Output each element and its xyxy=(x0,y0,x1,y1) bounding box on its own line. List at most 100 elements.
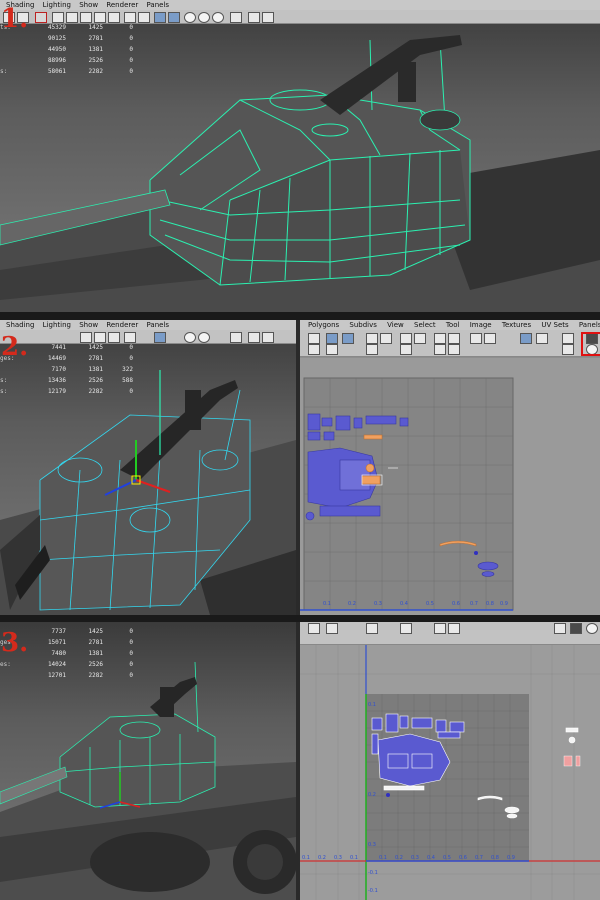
menu-show[interactable]: Show xyxy=(79,320,98,330)
hud-value: 2526 xyxy=(88,661,103,668)
u-tick: 0.1 xyxy=(302,855,310,861)
step-1-panel: Shading Lighting Show Renderer Panels ts… xyxy=(0,0,600,312)
step-3-panel: 7737 1425 0 ges: 15071 2781 0 7480 1381 0 es: 14… xyxy=(0,622,600,900)
menu-renderer[interactable]: Renderer xyxy=(106,320,138,330)
wireframe-icon[interactable] xyxy=(154,12,166,23)
hud-value: 0 xyxy=(129,35,133,42)
v-tick: 0.3 xyxy=(368,842,376,848)
u-tick: 0.2 xyxy=(348,601,356,607)
u-tick: 0.3 xyxy=(334,855,342,861)
u-axis-ticks: 0.1 0.2 0.3 0.4 0.5 0.6 0.7 0.8 0.9 xyxy=(304,601,513,611)
hud-row: 12701 2282 0 xyxy=(0,670,133,681)
hud-value: 0 xyxy=(129,57,133,64)
u-tick: 0.8 xyxy=(491,855,499,861)
hud-value: 58061 xyxy=(47,68,66,75)
isolate-select-icon[interactable] xyxy=(248,332,260,343)
u-tick: 0.8 xyxy=(486,601,494,607)
hud-row: 88996 2526 0 xyxy=(0,55,133,66)
u-axis-ticks: 0.1 0.2 0.3 0.4 0.5 0.6 0.7 0.8 0.9 xyxy=(366,855,529,865)
menu-lighting[interactable]: Lighting xyxy=(43,0,71,10)
hud-value: 1425 xyxy=(88,628,103,635)
hud-value: 0 xyxy=(129,355,133,362)
shadows-icon[interactable] xyxy=(230,332,242,343)
u-tick: 0.3 xyxy=(411,855,419,861)
hud-row: 44950 1381 0 xyxy=(0,44,133,55)
v-axis-ticks: 0.1 0.2 0.3 xyxy=(368,702,388,852)
hud-value: 13436 xyxy=(47,377,66,384)
step-2-panel: Shading Lighting Show Renderer Panels 74… xyxy=(0,320,600,615)
uv-layout-step-2 xyxy=(300,358,600,615)
u-tick: 0.4 xyxy=(427,855,435,861)
hud-value: 588 xyxy=(122,377,133,384)
hud-value: 0 xyxy=(129,661,133,668)
u-tick: 0.7 xyxy=(470,601,478,607)
uv-texture-editor[interactable]: Polygons Subdivs View Select Tool Image … xyxy=(300,320,600,615)
hud-value: 2282 xyxy=(88,68,103,75)
hud-value: 2526 xyxy=(88,57,103,64)
hud-value: 0 xyxy=(129,672,133,679)
step-number: 3. xyxy=(1,628,29,658)
hud-value: 90125 xyxy=(47,35,66,42)
hud-row: s: 12179 2282 0 xyxy=(0,386,133,397)
hud-value: 2781 xyxy=(88,355,103,362)
shadows-icon[interactable] xyxy=(230,12,242,23)
flat-shade-icon[interactable] xyxy=(184,332,196,343)
hud-value: 1381 xyxy=(88,46,103,53)
u-tick: 0.2 xyxy=(318,855,326,861)
isolate-select-icon[interactable] xyxy=(248,12,260,23)
hud-value: 0 xyxy=(129,46,133,53)
menu-panels[interactable]: Panels xyxy=(147,0,170,10)
u-tick: 0.2 xyxy=(395,855,403,861)
u-tick: 0.4 xyxy=(400,601,408,607)
hud-value: 0 xyxy=(129,650,133,657)
hud-row: 7170 1381 322 xyxy=(0,364,133,375)
hud-value: 7170 xyxy=(51,366,66,373)
xray-icon[interactable] xyxy=(262,332,274,343)
viewport-menubar: Shading Lighting Show Renderer Panels xyxy=(0,320,296,330)
xray-icon[interactable] xyxy=(262,12,274,23)
step-number: 1. xyxy=(1,4,29,34)
hud-value: 0 xyxy=(129,388,133,395)
hud-value: 0 xyxy=(129,68,133,75)
u-axis-ticks-negative: 0.1 0.2 0.3 0.1 xyxy=(300,855,366,865)
wireframe-icon[interactable] xyxy=(154,332,166,343)
hud-value: 12701 xyxy=(47,672,66,679)
textured-icon[interactable] xyxy=(198,12,210,23)
uv-texture-editor[interactable]: 0.1 0.2 0.3 0.4 0.5 0.6 0.7 0.8 0.9 0.1 … xyxy=(300,622,600,900)
menu-renderer[interactable]: Renderer xyxy=(106,0,138,10)
u-tick: 0.5 xyxy=(426,601,434,607)
v-tick: 0.2 xyxy=(368,792,376,798)
hud-value: 14024 xyxy=(47,661,66,668)
u-tick: 0.1 xyxy=(350,855,358,861)
hud-row: s: 13436 2526 588 xyxy=(0,375,133,386)
hud-value: 2282 xyxy=(88,388,103,395)
v-axis-negative-tick: -0.1 xyxy=(368,870,378,876)
smooth-shade-icon[interactable] xyxy=(168,12,180,23)
hud-value: 2282 xyxy=(88,672,103,679)
menu-panels[interactable]: Panels xyxy=(147,320,170,330)
u-tick: 0.6 xyxy=(459,855,467,861)
hud-value: 12179 xyxy=(47,388,66,395)
flat-shade-icon[interactable] xyxy=(184,12,196,23)
lights-icon[interactable] xyxy=(212,12,224,23)
textured-icon[interactable] xyxy=(198,332,210,343)
hud-value: 0 xyxy=(129,344,133,351)
hud-value: 88996 xyxy=(47,57,66,64)
step-number: 2. xyxy=(1,332,29,362)
hud-value: 2781 xyxy=(88,639,103,646)
u-tick: 0.3 xyxy=(374,601,382,607)
hud-value: 0 xyxy=(129,628,133,635)
hud-value: 1381 xyxy=(88,366,103,373)
hud-value: 0 xyxy=(129,24,133,31)
menu-shading[interactable]: Shading xyxy=(6,320,34,330)
safe-action-icon[interactable] xyxy=(138,12,150,23)
hud-row: es: 14024 2526 0 xyxy=(0,659,133,670)
hud-value: 322 xyxy=(122,366,133,373)
menu-lighting[interactable]: Lighting xyxy=(43,320,71,330)
u-tick: 0.9 xyxy=(500,601,508,607)
u-tick: 0.9 xyxy=(507,855,515,861)
u-tick: 0.1 xyxy=(379,855,387,861)
menu-show[interactable]: Show xyxy=(79,0,98,10)
u-tick: 0.1 xyxy=(323,601,331,607)
v-axis-negative-tick-2: -0.1 xyxy=(368,888,378,894)
